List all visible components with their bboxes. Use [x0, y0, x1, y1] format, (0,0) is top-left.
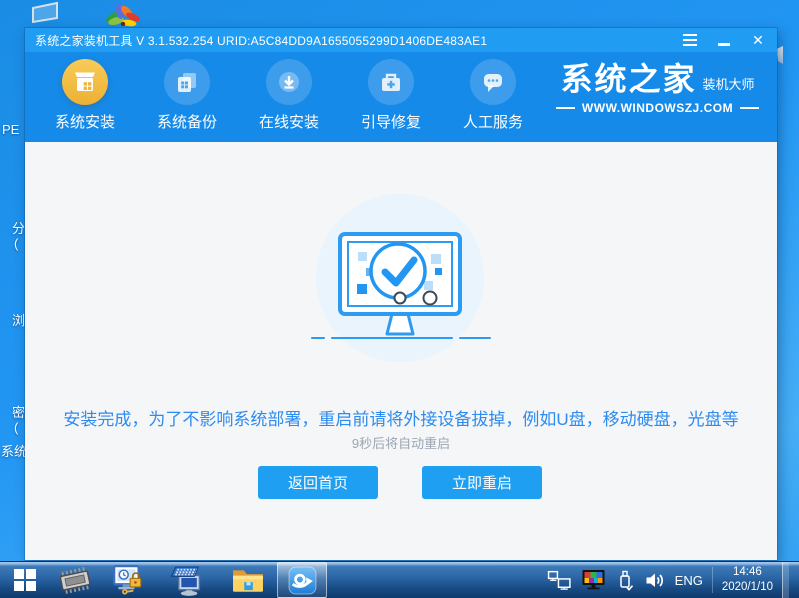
desktop-label-pe: PE [2, 122, 20, 137]
support-chat-icon [470, 59, 516, 105]
brand-logo: 系统之家 装机大师 WWW.WINDOWSZJ.COM [555, 63, 760, 115]
window-title: 系统之家装机工具 V 3.1.532.254 URID:A5C84DD9A165… [35, 33, 488, 48]
brand-dash-right [740, 107, 760, 109]
taskbar-password-tool-app[interactable] [104, 562, 152, 598]
install-success-illustration [300, 192, 500, 375]
desktop-label-paren1: ( [14, 236, 19, 251]
nav-label: 在线安装 [258, 114, 319, 131]
taskbar-memory-chip-app[interactable] [52, 562, 98, 598]
volume-icon[interactable] [644, 569, 666, 591]
show-desktop-button[interactable] [782, 562, 789, 598]
close-icon[interactable]: ✕ [749, 31, 767, 49]
backup-copies-icon [164, 59, 210, 105]
clock-date: 2020/1/10 [721, 581, 773, 593]
desktop-label-mi: 密 [12, 405, 26, 420]
desktop-label-xitong: 系统 [1, 444, 28, 459]
start-button[interactable] [4, 562, 46, 598]
taskbar-my-computer-app[interactable] [162, 562, 212, 598]
taskbar: ENG 14:46 2020/1/10 [0, 562, 799, 598]
window-content: 安装完成，为了不影响系统部署，重启前请将外接设备拔掉，例如U盘，移动硬盘，光盘等… [25, 142, 777, 560]
clock-time: 14:46 [733, 566, 762, 579]
nav-label: 引导修复 [360, 114, 421, 131]
auto-reboot-countdown: 9秒后将自动重启 [351, 436, 451, 451]
memory-chip-icon [59, 567, 91, 594]
minimize-icon[interactable] [715, 31, 733, 49]
nav-boot-repair[interactable]: 引导修复 [349, 59, 433, 132]
usb-device-icon[interactable] [615, 569, 635, 591]
brand-subtitle: 装机大师 [702, 77, 755, 92]
desktop-icon-fragment[interactable] [776, 46, 783, 64]
taskbar-file-explorer-app[interactable] [224, 562, 272, 598]
install-box-icon [62, 59, 108, 105]
desktop-label-liu: 浏 [12, 313, 26, 328]
taskbar-clock[interactable]: 14:46 2020/1/10 [722, 565, 773, 595]
installer-app-logo-icon [288, 566, 316, 594]
window-titlebar: 系统之家装机工具 V 3.1.532.254 URID:A5C84DD9A165… [25, 28, 777, 52]
reboot-now-button[interactable]: 立即重启 [422, 466, 542, 499]
boot-repair-toolbox-icon [368, 59, 414, 105]
install-complete-message: 安装完成，为了不影响系统部署，重启前请将外接设备拔掉，例如U盘，移动硬盘，光盘等 [63, 410, 739, 429]
system-tray: ENG 14:46 2020/1/10 [547, 562, 799, 598]
taskbar-installer-app[interactable] [277, 562, 327, 598]
monitor-lock-icon [112, 564, 142, 595]
nav-label: 系统安装 [54, 114, 115, 131]
nav-label: 系统备份 [156, 114, 217, 131]
tray-divider [711, 567, 713, 593]
brand-website: WWW.WINDOWSZJ.COM [581, 101, 734, 115]
desktop: PE 分 ( 浏 密 ( 系统 系统之家装机工具 V 3.1.532.254 U… [0, 0, 799, 598]
desktop-pc-icon[interactable] [31, 1, 59, 30]
menu-icon[interactable] [681, 31, 699, 49]
display-settings-icon[interactable] [581, 569, 606, 591]
nav-label: 人工服务 [462, 114, 523, 131]
nav-system-install[interactable]: 系统安装 [43, 59, 127, 132]
nav-support-service[interactable]: 人工服务 [451, 59, 535, 132]
desktop-label-paren2: ( [14, 420, 19, 435]
folder-icon [233, 570, 263, 592]
installer-window: 系统之家装机工具 V 3.1.532.254 URID:A5C84DD9A165… [25, 28, 777, 560]
windows-logo-icon [14, 569, 36, 591]
desktop-label-fen: 分 [12, 221, 26, 236]
brand-dash-left [555, 107, 575, 109]
window-navbar: 系统安装 系统备份 在线安装 引导修复 人工服务 系统之家 装机大师 WWW.W… [25, 52, 777, 142]
online-download-icon [266, 59, 312, 105]
nav-system-backup[interactable]: 系统备份 [145, 59, 229, 132]
nav-online-install[interactable]: 在线安装 [247, 59, 331, 132]
language-indicator[interactable]: ENG [675, 573, 703, 588]
return-home-button[interactable]: 返回首页 [258, 466, 378, 499]
brand-title: 系统之家 [560, 61, 697, 97]
computer-keyboard-icon [170, 565, 201, 596]
network-icon[interactable] [547, 570, 572, 591]
